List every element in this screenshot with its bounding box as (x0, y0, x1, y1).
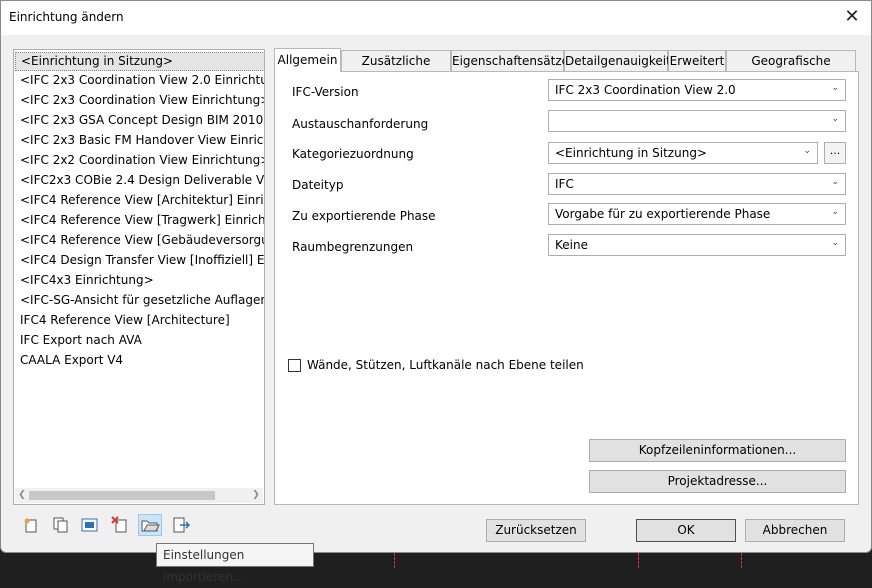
file-type-label: Dateityp (292, 178, 344, 192)
ifc-version-select[interactable]: IFC 2x3 Coordination View 2.0 ⌄ (548, 79, 846, 101)
list-item[interactable]: IFC Export nach AVA (15, 331, 264, 350)
tab-erweitert[interactable]: Erweitert (668, 50, 726, 71)
tab-detailgenauigkeit[interactable]: Detailgenauigkeit (564, 50, 671, 71)
import-settings-tooltip: Einstellungen importieren... (156, 543, 314, 584)
file-type-select[interactable]: IFC ⌄ (548, 173, 846, 195)
chevron-down-icon: ⌄ (803, 146, 811, 156)
scrollbar-thumb[interactable] (29, 491, 215, 500)
background-app-guide (741, 553, 742, 568)
delete-setup-icon[interactable] (110, 515, 130, 535)
chevron-down-icon: ⌄ (831, 238, 839, 248)
phase-label: Zu exportierende Phase (292, 209, 436, 223)
list-item[interactable]: <Einrichtung in Sitzung> (15, 52, 264, 71)
duplicate-setup-icon[interactable] (51, 515, 71, 535)
rename-setup-icon[interactable] (80, 515, 100, 535)
list-item[interactable]: <IFC 2x3 Basic FM Handover View Einricht… (15, 131, 264, 150)
phase-select[interactable]: Vorgabe für zu exportierende Phase ⌄ (548, 203, 846, 225)
list-item[interactable]: <IFC4 Design Transfer View [Inoffiziell]… (15, 251, 264, 270)
category-mapping-label: Kategoriezuordnung (292, 147, 414, 161)
header-info-button[interactable]: Kopfzeileninformationen... (589, 439, 846, 462)
exchange-requirement-select[interactable]: ⌄ (548, 110, 846, 132)
split-by-level-checkbox[interactable] (288, 359, 301, 372)
reset-button[interactable]: Zurücksetzen (486, 519, 586, 542)
split-by-level-label: Wände, Stützen, Luftkanäle nach Ebene te… (307, 358, 584, 372)
list-item[interactable]: <IFC-SG-Ansicht für gesetzliche Auflagen… (15, 291, 264, 310)
list-item[interactable]: <IFC4 Reference View [Gebäudeversorgung]… (15, 231, 264, 250)
chevron-down-icon: ⌄ (831, 177, 839, 187)
export-settings-icon[interactable] (171, 515, 191, 535)
close-icon[interactable]: ✕ (841, 6, 863, 28)
list-item[interactable]: <IFC4 Reference View [Architektur] Einri… (15, 191, 264, 210)
category-mapping-browse-button[interactable]: ... (824, 142, 846, 164)
list-item[interactable]: <IFC4 Reference View [Tragwerk] Einricht… (15, 211, 264, 230)
tab-zusaetzliche-inhalte[interactable]: Zusätzliche Inhalte (341, 50, 451, 89)
list-item[interactable]: <IFC2x3 COBie 2.4 Design Deliverable Vie… (15, 171, 264, 190)
ok-button[interactable]: OK (636, 519, 736, 542)
room-bounding-label: Raumbegrenzungen (292, 240, 414, 254)
list-item[interactable]: <IFC 2x2 Coordination View Einrichtung> (15, 151, 264, 170)
dialog-window: Einrichtung ändern ✕ <Einrichtung in Sit… (0, 0, 872, 553)
background-app-guide (638, 553, 639, 568)
tab-allgemein[interactable]: Allgemein (274, 48, 341, 72)
setup-list[interactable]: <Einrichtung in Sitzung> <IFC 2x3 Coordi… (13, 49, 265, 505)
tab-eigenschaftensaetze[interactable]: Eigenschaftensätze (451, 50, 569, 71)
chevron-down-icon: ⌄ (831, 83, 839, 93)
scroll-left-icon[interactable]: ❮ (15, 488, 29, 503)
title-bar: Einrichtung ändern ✕ (1, 1, 871, 35)
tab-geografische-referenz[interactable]: Geografische Referenz (726, 50, 856, 89)
new-setup-icon[interactable] (21, 515, 41, 535)
import-settings-icon[interactable] (138, 514, 162, 536)
list-item[interactable]: <IFC 2x3 Coordination View 2.0 Einrichtu… (15, 71, 264, 90)
list-horizontal-scrollbar[interactable]: ❮ ❯ (15, 488, 263, 503)
list-item[interactable]: IFC4 Reference View [Architecture] (15, 311, 264, 330)
room-bounding-select[interactable]: Keine ⌄ (548, 234, 846, 256)
list-item[interactable]: <IFC 2x3 Coordination View Einrichtung> (15, 91, 264, 110)
list-item[interactable]: <IFC 2x3 GSA Concept Design BIM 2010 Ein… (15, 111, 264, 130)
exchange-requirement-label: Austauschanforderung (292, 117, 429, 131)
background-app-guide (394, 553, 395, 568)
chevron-down-icon: ⌄ (831, 114, 839, 124)
ifc-version-label: IFC-Version (292, 85, 359, 99)
project-address-button[interactable]: Projektadresse... (589, 470, 846, 493)
list-item[interactable]: <IFC4x3 Einrichtung> (15, 271, 264, 290)
category-mapping-select[interactable]: <Einrichtung in Sitzung> ⌄ (548, 142, 818, 164)
dialog-title: Einrichtung ändern (9, 10, 124, 24)
cancel-button[interactable]: Abbrechen (745, 519, 845, 542)
chevron-down-icon: ⌄ (831, 207, 839, 217)
list-item[interactable]: CAALA Export V4 (15, 351, 264, 370)
scroll-right-icon[interactable]: ❯ (249, 488, 263, 503)
